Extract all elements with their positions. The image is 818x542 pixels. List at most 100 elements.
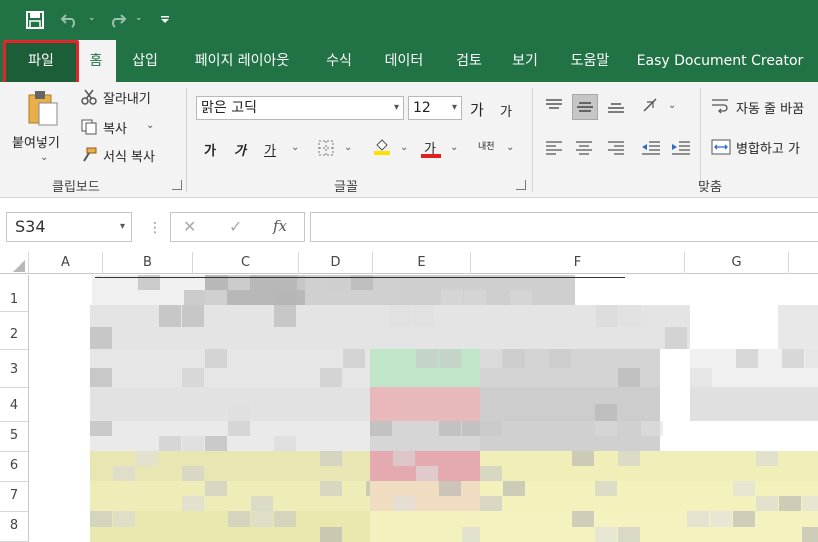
column-header-b[interactable]: B — [103, 252, 193, 274]
paste-dropdown-icon[interactable]: ⌄ — [40, 152, 48, 163]
align-right-icon[interactable] — [606, 138, 626, 158]
underline-dropdown-icon[interactable]: ⌄ — [291, 142, 299, 153]
phonetic-dropdown-icon[interactable]: ⌄ — [506, 142, 514, 153]
borders-icon[interactable] — [316, 138, 336, 158]
redo-dropdown-icon[interactable]: ⌄ — [135, 13, 143, 23]
tab-easy-document-creator[interactable]: Easy Document Creator — [632, 40, 808, 82]
column-header-a[interactable]: A — [29, 252, 103, 274]
formula-input[interactable] — [310, 212, 818, 242]
font-size-dropdown-icon[interactable]: ▾ — [452, 97, 457, 119]
tab-view[interactable]: 보기 — [502, 40, 548, 82]
tab-page-layout[interactable]: 페이지 레이아웃 — [180, 40, 304, 82]
row-header-7[interactable]: 7 — [0, 482, 29, 512]
tab-formulas[interactable]: 수식 — [316, 40, 362, 82]
column-header-h[interactable] — [789, 252, 818, 274]
tab-help[interactable]: 도움말 — [560, 40, 620, 82]
row-header-8[interactable]: 8 — [0, 512, 29, 542]
fill-color-icon[interactable] — [372, 136, 392, 156]
row-header-2[interactable]: 2 — [0, 312, 29, 350]
row-header-5[interactable]: 5 — [0, 422, 29, 452]
clipboard-launcher-icon[interactable] — [172, 180, 182, 190]
row-header-1[interactable]: 1 — [0, 275, 29, 312]
mosaic-tile — [736, 349, 758, 368]
orientation-dropdown-icon[interactable]: ⌄ — [668, 100, 676, 111]
mosaic-tile — [228, 404, 250, 421]
align-left-icon[interactable] — [544, 138, 564, 158]
customize-qat-icon[interactable] — [157, 8, 173, 32]
redacted-cell-block — [305, 275, 395, 305]
insert-function-icon[interactable]: fx — [273, 217, 287, 235]
format-painter-icon[interactable] — [80, 146, 98, 164]
mosaic-tile — [619, 305, 641, 327]
redo-icon[interactable] — [105, 8, 129, 32]
mosaic-tile — [205, 290, 227, 305]
column-header-d[interactable]: D — [299, 252, 373, 274]
formula-bar: S34 ▾ ⋮ ✕ ✓ fx — [0, 198, 818, 260]
column-header-c[interactable]: C — [193, 252, 299, 274]
paste-button-label[interactable]: 붙여넣기 — [12, 132, 60, 151]
cut-button[interactable]: 잘라내기 — [103, 88, 151, 107]
save-icon[interactable] — [24, 8, 46, 32]
align-top-icon[interactable] — [544, 96, 564, 116]
tab-home[interactable]: 홈 — [76, 40, 116, 82]
decrease-indent-icon[interactable] — [640, 138, 662, 158]
mosaic-tile — [228, 421, 250, 436]
undo-icon[interactable] — [58, 8, 82, 32]
row-header-6[interactable]: 6 — [0, 452, 29, 482]
font-size-combo[interactable]: 12 ▾ — [408, 96, 462, 120]
merge-center-button[interactable]: 병합하고 가 — [736, 138, 800, 157]
formula-bar-grip-icon[interactable]: ⋮ — [148, 220, 162, 236]
underline-button[interactable]: 가 — [264, 140, 276, 159]
font-color-dropdown-icon[interactable]: ⌄ — [450, 142, 458, 153]
mosaic-tile — [756, 451, 778, 466]
undo-dropdown-icon[interactable]: ⌄ — [88, 13, 96, 23]
mosaic-tile — [393, 451, 415, 466]
copy-dropdown-icon[interactable]: ⌄ — [146, 120, 154, 131]
align-bottom-icon[interactable] — [606, 96, 626, 116]
mosaic-tile — [251, 496, 273, 511]
align-middle-icon[interactable] — [572, 94, 598, 120]
name-box[interactable]: S34 ▾ — [6, 212, 132, 242]
font-launcher-icon[interactable] — [516, 180, 526, 190]
redacted-cell-block — [778, 305, 818, 349]
align-center-icon[interactable] — [574, 138, 594, 158]
tab-file[interactable]: 파일 — [6, 40, 76, 82]
tab-data[interactable]: 데이터 — [374, 40, 434, 82]
column-header-g[interactable]: G — [685, 252, 789, 274]
font-name-combo[interactable]: 맑은 고딕 ▾ — [196, 96, 404, 120]
italic-button[interactable]: 가 — [234, 140, 246, 159]
wrap-text-button[interactable]: 자동 줄 바꿈 — [736, 98, 804, 117]
font-name-dropdown-icon[interactable]: ▾ — [394, 97, 399, 119]
cancel-entry-icon[interactable]: ✕ — [183, 217, 196, 236]
merge-center-icon[interactable] — [710, 136, 732, 158]
copy-button[interactable]: 복사 — [103, 118, 127, 137]
column-header-f[interactable]: F — [471, 252, 685, 274]
mosaic-tile — [320, 368, 342, 387]
borders-dropdown-icon[interactable]: ⌄ — [344, 142, 352, 153]
bold-button[interactable]: 가 — [204, 140, 216, 159]
wrap-text-icon[interactable] — [710, 96, 730, 116]
copy-icon[interactable] — [80, 118, 98, 136]
format-painter-button[interactable]: 서식 복사 — [103, 146, 155, 165]
grow-font-button[interactable]: 가 — [470, 99, 484, 120]
mosaic-tile — [90, 421, 112, 436]
cut-icon[interactable] — [80, 88, 98, 106]
orientation-icon[interactable] — [640, 94, 660, 116]
mosaic-tile — [205, 481, 227, 496]
tab-insert[interactable]: 삽입 — [122, 40, 168, 82]
mosaic-tile — [320, 451, 342, 466]
phonetic-button[interactable]: 내천 — [478, 139, 495, 152]
fill-color-dropdown-icon[interactable]: ⌄ — [400, 142, 408, 153]
paste-icon[interactable] — [22, 88, 62, 128]
redacted-cell-block — [480, 511, 818, 542]
tab-review[interactable]: 검토 — [446, 40, 492, 82]
row-header-4[interactable]: 4 — [0, 388, 29, 422]
title-cell-border — [95, 277, 625, 278]
column-header-e[interactable]: E — [373, 252, 471, 274]
shrink-font-button[interactable]: 가 — [500, 101, 512, 120]
enter-entry-icon[interactable]: ✓ — [229, 217, 242, 236]
name-box-dropdown-icon[interactable]: ▾ — [120, 213, 125, 241]
row-header-3[interactable]: 3 — [0, 350, 29, 388]
select-all-corner[interactable] — [0, 252, 29, 274]
increase-indent-icon[interactable] — [670, 138, 692, 158]
